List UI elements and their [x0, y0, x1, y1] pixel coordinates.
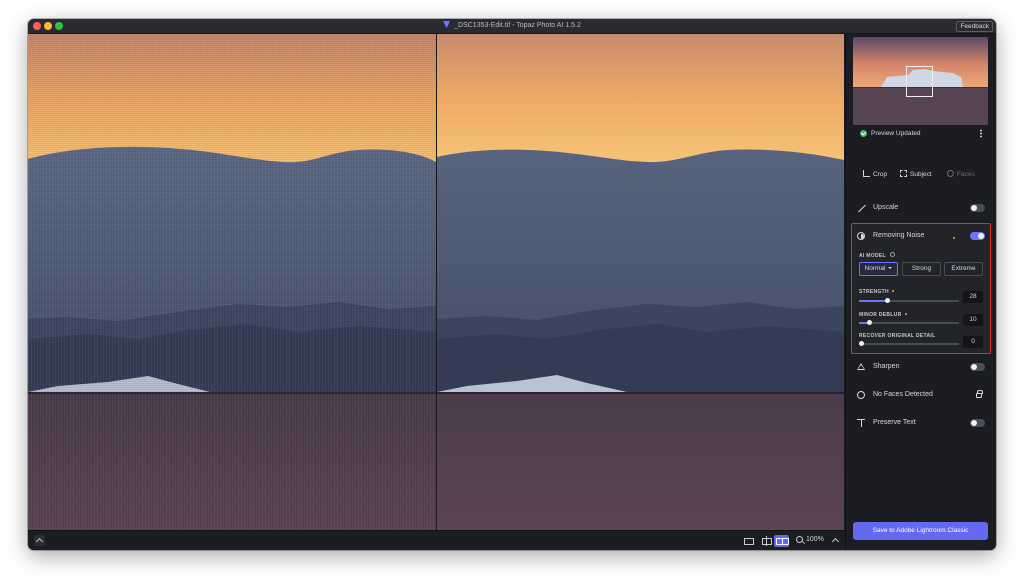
zoom-icon[interactable]	[796, 536, 803, 543]
ai-model-label: AI MODEL	[859, 252, 895, 259]
split-view-icon[interactable]	[759, 535, 774, 547]
modified-dot	[904, 313, 907, 315]
modified-dot	[891, 290, 894, 292]
minor-deblur-slider[interactable]	[859, 320, 959, 325]
recover-detail-label: RECOVER ORIGINAL DETAIL	[859, 333, 936, 339]
subject-label: Subject	[910, 171, 932, 178]
sharpen-row[interactable]: Sharpen	[853, 359, 988, 375]
noise-overlay	[28, 34, 436, 530]
upscale-row[interactable]: Upscale	[853, 200, 988, 216]
strength-slider-fill	[859, 300, 887, 302]
sharpen-icon	[857, 363, 865, 370]
crop-label: Crop	[873, 171, 888, 178]
preserve-text-row[interactable]: Preserve Text	[853, 415, 988, 431]
tools-row: Crop Subject Faces	[853, 168, 988, 182]
faces-button[interactable]: Faces	[947, 168, 975, 182]
navigator-viewport-box[interactable]	[906, 66, 933, 97]
upscale-icon	[857, 204, 865, 212]
recover-detail-value[interactable]: 0	[963, 336, 983, 348]
compare-view-icon[interactable]	[774, 535, 789, 547]
preserve-text-toggle[interactable]	[970, 419, 985, 427]
window-title: _DSC1353-Edit.tif - Topaz Photo AI 1.5.2	[28, 21, 996, 29]
strength-slider[interactable]	[859, 298, 959, 303]
recover-detail-slider[interactable]	[859, 341, 959, 346]
strength-label: STRENGTH	[859, 289, 894, 295]
remove-noise-label: Removing Noise	[873, 232, 925, 239]
caret-down-icon	[888, 267, 893, 269]
faces-detected-label: No Faces Detected	[873, 391, 933, 398]
model-extreme-button[interactable]: Extreme	[944, 262, 983, 276]
remove-noise-panel: Removing Noise AI MODEL Normal Strong Ex…	[851, 223, 991, 354]
zoom-level[interactable]: 100%	[806, 536, 824, 543]
crop-icon	[863, 170, 870, 177]
navigator-thumbnail[interactable]	[853, 37, 988, 125]
original-image-pane[interactable]	[28, 34, 436, 530]
kebab-icon[interactable]	[980, 129, 982, 138]
model-normal-label: Normal	[864, 265, 886, 272]
app-window: _DSC1353-Edit.tif - Topaz Photo AI 1.5.2…	[28, 19, 996, 550]
minor-deblur-slider-knob[interactable]	[867, 320, 872, 325]
noise-icon	[857, 232, 865, 240]
model-strong-button[interactable]: Strong	[902, 262, 941, 276]
subject-icon	[900, 170, 907, 177]
preview-status: Preview Updated	[871, 130, 921, 137]
app-icon	[443, 21, 451, 28]
right-sidebar: Preview Updated Crop Subject Faces Upsca…	[845, 34, 996, 550]
chevron-up-icon[interactable]	[34, 535, 45, 546]
crop-button[interactable]: Crop	[863, 168, 887, 182]
preserve-text-label: Preserve Text	[873, 419, 916, 426]
lock-icon	[976, 390, 983, 398]
window-title-text: _DSC1353-Edit.tif - Topaz Photo AI 1.5.2	[454, 22, 581, 29]
face-icon	[857, 391, 865, 399]
remove-noise-header[interactable]: Removing Noise	[853, 228, 988, 244]
feedback-button[interactable]: Feedback	[956, 21, 993, 32]
remove-noise-toggle[interactable]	[970, 232, 985, 240]
sharpen-toggle[interactable]	[970, 363, 985, 371]
faces-icon	[947, 170, 954, 177]
sharpen-label: Sharpen	[873, 363, 900, 370]
subject-button[interactable]: Subject	[900, 168, 932, 182]
upscale-label: Upscale	[873, 204, 899, 211]
faces-label: Faces	[957, 171, 975, 178]
bottom-toolbar: 100%	[28, 530, 844, 550]
strength-value[interactable]: 28	[963, 291, 983, 303]
processed-image-pane[interactable]	[437, 34, 844, 530]
image-canvas[interactable]	[28, 34, 844, 530]
zoom-menu-chevron-icon[interactable]	[831, 536, 840, 545]
model-normal-button[interactable]: Normal	[859, 262, 898, 276]
text-icon	[857, 419, 865, 427]
minor-deblur-text: MINOR DEBLUR	[859, 312, 902, 318]
title-bar: _DSC1353-Edit.tif - Topaz Photo AI 1.5.2…	[28, 19, 996, 34]
info-icon[interactable]	[889, 252, 895, 257]
preview-status-row: Preview Updated	[853, 127, 988, 140]
strength-slider-knob[interactable]	[885, 298, 890, 303]
check-icon	[860, 130, 867, 137]
minor-deblur-value[interactable]: 10	[963, 314, 983, 326]
faces-detected-row[interactable]: No Faces Detected	[853, 387, 988, 403]
ai-model-text: AI MODEL	[859, 253, 886, 259]
single-view-icon[interactable]	[741, 535, 756, 547]
save-button[interactable]: Save to Adobe Lightroom Classic	[853, 522, 988, 540]
status-dot	[953, 237, 955, 239]
strength-text: STRENGTH	[859, 289, 889, 295]
upscale-toggle[interactable]	[970, 204, 985, 212]
minor-deblur-label: MINOR DEBLUR	[859, 312, 907, 318]
recover-detail-slider-knob[interactable]	[859, 341, 864, 346]
